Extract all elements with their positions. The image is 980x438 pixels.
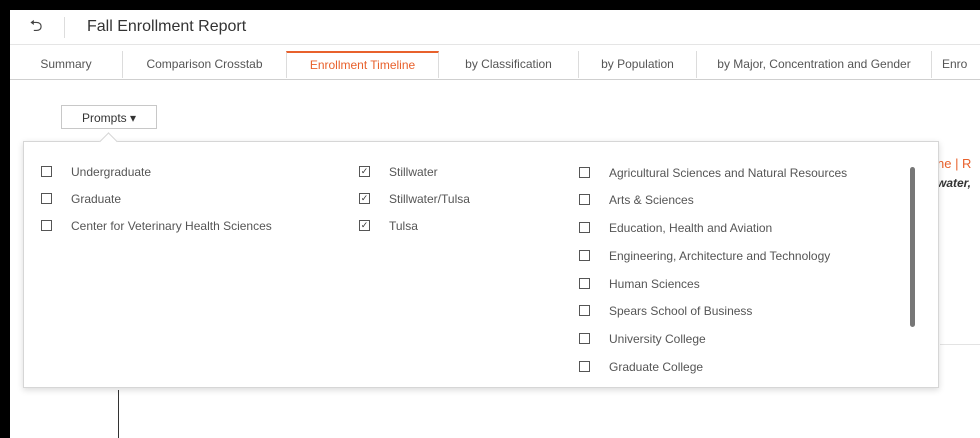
checkbox-human-sciences[interactable]: Human Sciences xyxy=(579,274,700,294)
checkbox-box-checked[interactable] xyxy=(359,193,370,205)
tab-enro[interactable]: Enro xyxy=(932,51,980,78)
checkbox-label: University College xyxy=(609,332,706,346)
checkbox-box[interactable] xyxy=(41,220,52,232)
checkbox-spears-business[interactable]: Spears School of Business xyxy=(579,301,752,321)
checkbox-label: Stillwater/Tulsa xyxy=(389,192,470,206)
page-title: Fall Enrollment Report xyxy=(87,18,247,35)
tab-by-classification[interactable]: by Classification xyxy=(439,51,579,78)
divider-line xyxy=(940,344,980,345)
tab-enrollment-timeline[interactable]: Enrollment Timeline xyxy=(286,51,439,78)
checkbox-box-checked[interactable] xyxy=(359,220,370,232)
report-subtitle-fragment: water, xyxy=(937,176,972,190)
checkbox-label: Stillwater xyxy=(389,165,438,179)
checkbox-box[interactable] xyxy=(579,250,590,262)
checkbox-education-health-aviation[interactable]: Education, Health and Aviation xyxy=(579,218,772,238)
title-bar: ⮌ Fall Enrollment Report xyxy=(10,10,980,45)
checkbox-label: Undergraduate xyxy=(71,165,152,179)
checkbox-box[interactable] xyxy=(579,305,590,317)
checkbox-box[interactable] xyxy=(41,193,52,205)
checkbox-label: Graduate xyxy=(71,192,122,206)
tab-comparison-crosstab[interactable]: Comparison Crosstab xyxy=(123,51,287,78)
tab-by-major-concentration-gender[interactable]: by Major, Concentration and Gender xyxy=(697,51,932,78)
checkbox-agricultural-sciences[interactable]: Agricultural Sciences and Natural Resour… xyxy=(579,163,847,183)
chart-axis-line xyxy=(118,390,119,438)
checkbox-label: Arts & Sciences xyxy=(609,193,694,207)
checkbox-box[interactable] xyxy=(579,167,590,179)
checkbox-university-college[interactable]: University College xyxy=(579,329,706,349)
checkbox-label: Spears School of Business xyxy=(609,304,753,318)
checkbox-label: Tulsa xyxy=(389,219,418,233)
prompts-button[interactable]: Prompts ▾ xyxy=(61,105,157,129)
checkbox-stillwater[interactable]: Stillwater xyxy=(359,162,438,182)
checkbox-box[interactable] xyxy=(579,194,590,206)
checkbox-label: Engineering, Architecture and Technology xyxy=(609,249,831,263)
tab-by-population[interactable]: by Population xyxy=(579,51,697,78)
checkbox-tulsa[interactable]: Tulsa xyxy=(359,216,418,236)
back-arrow-icon[interactable]: ⮌ xyxy=(26,17,46,37)
report-title-fragment: ne | R xyxy=(937,156,972,171)
checkbox-label: Agricultural Sciences and Natural Resour… xyxy=(609,166,848,180)
checkbox-arts-sciences[interactable]: Arts & Sciences xyxy=(579,190,694,210)
divider xyxy=(64,17,65,38)
checkbox-undergraduate[interactable]: Undergraduate xyxy=(41,162,151,182)
checkbox-box[interactable] xyxy=(579,361,590,373)
checkbox-graduate[interactable]: Graduate xyxy=(41,189,121,209)
checkbox-box[interactable] xyxy=(579,278,590,290)
checkbox-box-checked[interactable] xyxy=(359,166,370,178)
checkbox-label: Human Sciences xyxy=(609,277,700,291)
checkbox-engineering-architecture[interactable]: Engineering, Architecture and Technology xyxy=(579,246,830,266)
checkbox-center-veterinary[interactable]: Center for Veterinary Health Sciences xyxy=(41,216,272,236)
checkbox-box[interactable] xyxy=(579,333,590,345)
tab-summary[interactable]: Summary xyxy=(10,51,123,78)
checkbox-box[interactable] xyxy=(579,222,590,234)
checkbox-label: Education, Health and Aviation xyxy=(609,221,773,235)
checkbox-box[interactable] xyxy=(41,166,52,178)
checkbox-label: Graduate College xyxy=(609,360,704,374)
checkbox-graduate-college[interactable]: Graduate College xyxy=(579,357,703,377)
panel-scrollbar[interactable] xyxy=(910,167,915,327)
checkbox-stillwater-tulsa[interactable]: Stillwater/Tulsa xyxy=(359,189,470,209)
prompts-panel: Undergraduate Graduate Center for Veteri… xyxy=(23,141,939,388)
app-window: ⮌ Fall Enrollment Report Summary Compari… xyxy=(10,10,980,438)
tab-bar: Summary Comparison Crosstab Enrollment T… xyxy=(10,51,980,80)
checkbox-label: Center for Veterinary Health Sciences xyxy=(71,219,272,233)
